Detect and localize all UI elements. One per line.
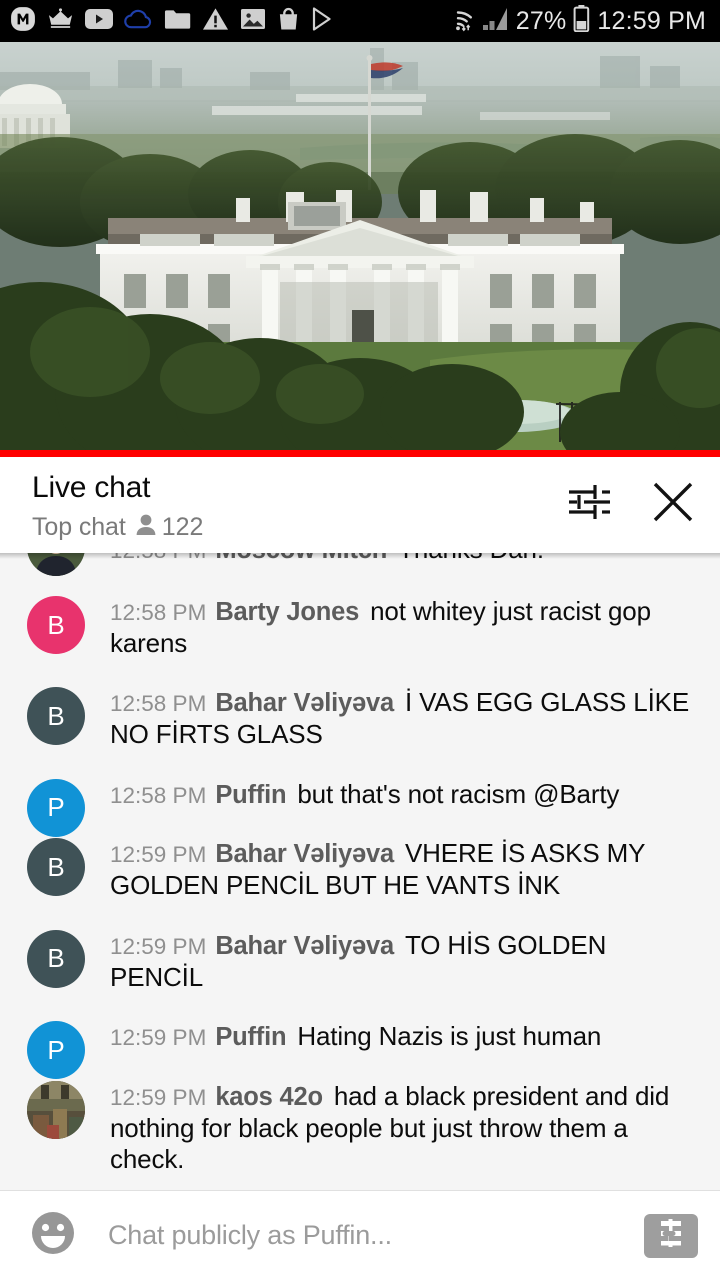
status-bar-clock: 12:59 PM bbox=[597, 6, 706, 35]
shopping-bag-icon bbox=[277, 7, 300, 36]
message-text: but that's not racism @Barty bbox=[297, 778, 620, 809]
status-bar-system-icons: 27% 12:59 PM bbox=[441, 5, 706, 37]
chat-message-body: 12:59 PM Puffin Hating Nazis is just human bbox=[110, 1021, 698, 1053]
message-timestamp: 12:58 PM bbox=[110, 782, 207, 808]
youtube-live-chat-screen: 27% 12:59 PM Live chat Top chat 122 B 12… bbox=[0, 0, 720, 1280]
message-text: Hating Nazis is just human bbox=[297, 1021, 602, 1052]
live-chat-header: Live chat Top chat 122 bbox=[0, 457, 720, 553]
photo-icon bbox=[240, 7, 266, 36]
youtube-icon bbox=[85, 8, 113, 35]
emoji-smiley-icon bbox=[29, 1209, 77, 1262]
chat-message-row[interactable]: B 12:58 PM Bahar Vəliyəva İ VAS EGG GLASS L… bbox=[0, 673, 720, 764]
status-bar-notification-icons bbox=[10, 6, 441, 37]
tune-filter-icon bbox=[566, 481, 612, 528]
message-timestamp: 12:58 PM bbox=[110, 691, 207, 717]
message-author[interactable]: Bahar Vəliyəva bbox=[215, 689, 394, 717]
chat-message-row[interactable]: B 12:59 PM Bahar Vəliyəva TO HİS GOLDEN PEN… bbox=[0, 916, 720, 1007]
viewer-count: 122 bbox=[161, 513, 204, 541]
chat-message-body: 12:58 PM Barty Jones not whitey just racis… bbox=[110, 596, 698, 659]
avatar[interactable] bbox=[27, 1080, 85, 1139]
message-author[interactable]: Bahar Vəliyəva bbox=[215, 932, 394, 960]
avatar-initial[interactable]: B bbox=[27, 838, 85, 897]
close-chat-button[interactable] bbox=[644, 475, 702, 533]
page-title: Live chat bbox=[32, 471, 151, 504]
chat-mode-label[interactable]: Top chat bbox=[32, 513, 126, 542]
message-timestamp: 12:59 PM bbox=[110, 842, 207, 868]
message-author[interactable]: kaos 42o bbox=[215, 1083, 323, 1111]
avatar-initial[interactable]: B bbox=[27, 596, 85, 654]
dollar-superchat-icon bbox=[656, 1218, 686, 1253]
chat-message-row[interactable]: B 12:59 PM Bahar Vəliyəva VHERE İS ASKS MY … bbox=[0, 824, 720, 915]
cellular-signal-icon bbox=[482, 7, 509, 36]
message-author[interactable]: Puffin bbox=[215, 781, 286, 809]
superchat-button[interactable] bbox=[644, 1213, 698, 1258]
m-badge-icon bbox=[10, 6, 36, 37]
message-timestamp: 12:59 PM bbox=[110, 933, 207, 959]
chat-message-row[interactable]: P 12:58 PM Puffin but that's not racism @Ba… bbox=[0, 765, 720, 837]
wifi-data-icon bbox=[441, 6, 475, 37]
message-author[interactable]: Barty Jones bbox=[215, 598, 359, 626]
video-progress-bar[interactable] bbox=[0, 450, 720, 457]
live-chat-subheader: Top chat 122 bbox=[32, 513, 560, 542]
message-timestamp: 12:59 PM bbox=[110, 1084, 207, 1110]
live-chat-header-text-group: Live chat Top chat 122 bbox=[32, 469, 560, 542]
chat-message-row[interactable]: P 12:59 PM Puffin Hating Nazis is just huma… bbox=[0, 1007, 720, 1080]
message-timestamp: 12:58 PM bbox=[110, 600, 207, 625]
live-chat-message-list[interactable]: 12:58 PMMoscow MitchThanks Dan!B12:58 PM… bbox=[0, 553, 720, 1190]
avatar-initial[interactable]: B bbox=[27, 929, 85, 988]
chat-filter-button[interactable] bbox=[560, 475, 618, 533]
message-author[interactable]: Bahar Vəliyəva bbox=[215, 840, 394, 868]
folder-icon bbox=[164, 8, 191, 35]
avatar-initial[interactable]: B bbox=[27, 687, 85, 746]
chat-input[interactable] bbox=[106, 1219, 644, 1252]
chat-composer-bar bbox=[0, 1190, 720, 1280]
cloud-icon bbox=[124, 8, 153, 34]
crown-icon bbox=[47, 6, 74, 37]
play-store-icon bbox=[311, 6, 333, 36]
chat-message-body: 12:58 PM Bahar Vəliyəva İ VAS EGG GLASS Lİ… bbox=[110, 687, 698, 750]
emoji-picker-button[interactable] bbox=[28, 1211, 78, 1261]
chat-message-row[interactable]: 12:59 PM kaos 42o had a black president an… bbox=[0, 1067, 720, 1190]
chat-message-row[interactable]: B 12:58 PM Barty Jones not whitey just raci… bbox=[0, 582, 720, 673]
close-icon bbox=[650, 479, 696, 530]
message-author[interactable]: Puffin bbox=[215, 1023, 286, 1051]
battery-icon bbox=[573, 5, 590, 37]
battery-percent: 27% bbox=[515, 6, 567, 35]
chat-message-body: 12:59 PM Bahar Vəliyəva VHERE İS ASKS MY G… bbox=[110, 838, 698, 901]
live-video-player[interactable] bbox=[0, 42, 720, 450]
person-icon bbox=[135, 513, 157, 542]
header-divider-shadow bbox=[0, 553, 720, 559]
status-bar: 27% 12:59 PM bbox=[0, 0, 720, 42]
viewer-count-group: 122 bbox=[135, 513, 204, 542]
message-timestamp: 12:59 PM bbox=[110, 1025, 207, 1051]
chat-message-body: 12:59 PM kaos 42o had a black president an… bbox=[110, 1081, 698, 1176]
chat-message-body: 12:59 PM Bahar Vəliyəva TO HİS GOLDEN PENC… bbox=[110, 930, 698, 993]
warning-icon bbox=[202, 7, 229, 36]
white-house-video-frame bbox=[0, 42, 720, 450]
chat-message-body: 12:58 PM Puffin but that's not racism @Bar… bbox=[110, 779, 698, 811]
